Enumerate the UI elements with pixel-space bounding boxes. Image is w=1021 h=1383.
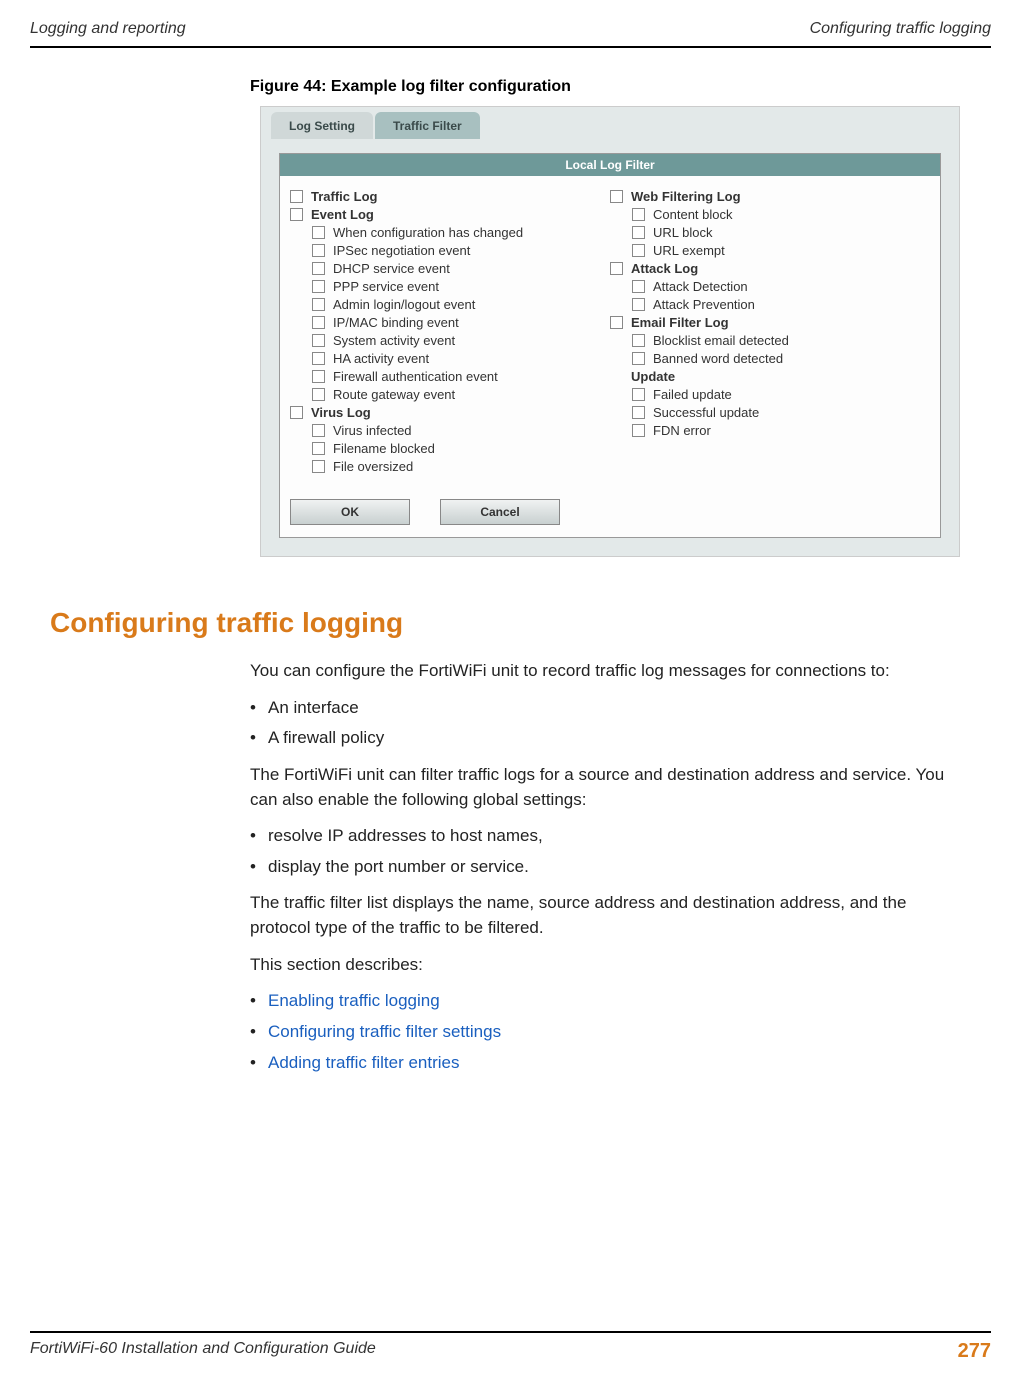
header-right: Configuring traffic logging [810,20,991,38]
footer-rule [30,1331,991,1333]
tab-log-setting[interactable]: Log Setting [271,112,373,139]
checkbox-icon[interactable] [312,370,325,383]
filter-panel-title: Local Log Filter [280,154,940,176]
event-log-group[interactable]: Event Log [290,207,610,222]
checkbox-icon[interactable] [312,298,325,311]
virus-item[interactable]: Virus infected [290,423,610,438]
list-item: A firewall policy [250,726,971,751]
virus-log-label: Virus Log [311,405,371,420]
checkbox-icon[interactable] [312,424,325,437]
checkbox-icon[interactable] [312,442,325,455]
checkbox-icon[interactable] [312,388,325,401]
checkbox-icon[interactable] [632,406,645,419]
web-filtering-log-label: Web Filtering Log [631,189,741,204]
checkbox-icon[interactable] [610,316,623,329]
event-item[interactable]: Admin login/logout event [290,297,610,312]
event-item[interactable]: IP/MAC binding event [290,315,610,330]
list-item: display the port number or service. [250,855,971,880]
checkbox-icon[interactable] [312,316,325,329]
checkbox-icon[interactable] [632,388,645,401]
event-item[interactable]: HA activity event [290,351,610,366]
checkbox-icon[interactable] [632,280,645,293]
traffic-log-label: Traffic Log [311,189,377,204]
traffic-log-group[interactable]: Traffic Log [290,189,610,204]
web-item[interactable]: Content block [610,207,930,222]
page-number: 277 [958,1340,991,1363]
paragraph: You can configure the FortiWiFi unit to … [250,659,971,684]
checkbox-icon[interactable] [610,190,623,203]
filter-body: Traffic Log Event Log When configuration… [280,176,940,491]
update-group: Update [610,369,930,384]
footer-left: FortiWiFi-60 Installation and Configurat… [30,1340,376,1363]
checkbox-icon[interactable] [290,406,303,419]
checkbox-icon[interactable] [610,262,623,275]
cancel-button[interactable]: Cancel [440,499,560,525]
virus-log-group[interactable]: Virus Log [290,405,610,420]
event-item[interactable]: DHCP service event [290,261,610,276]
checkbox-icon[interactable] [632,244,645,257]
tab-traffic-filter[interactable]: Traffic Filter [375,112,480,139]
event-log-label: Event Log [311,207,374,222]
filter-box: Local Log Filter Traffic Log Event Log W… [279,153,941,538]
web-item[interactable]: URL block [610,225,930,240]
checkbox-icon[interactable] [632,226,645,239]
paragraph: This section describes: [250,953,971,978]
header-rule [30,46,991,48]
checkbox-icon[interactable] [312,460,325,473]
update-item[interactable]: Successful update [610,405,930,420]
checkbox-icon[interactable] [312,244,325,257]
event-item[interactable]: IPSec negotiation event [290,243,610,258]
checkbox-icon[interactable] [312,262,325,275]
checkbox-icon[interactable] [632,298,645,311]
paragraph: The traffic filter list displays the nam… [250,891,971,940]
attack-log-group[interactable]: Attack Log [610,261,930,276]
checkbox-icon[interactable] [632,352,645,365]
update-item[interactable]: FDN error [610,423,930,438]
tabs-row: Log Setting Traffic Filter [261,107,959,139]
figure-caption: Figure 44: Example log filter configurat… [250,78,991,96]
update-label: Update [631,369,675,384]
email-filter-log-group[interactable]: Email Filter Log [610,315,930,330]
checkbox-icon[interactable] [312,334,325,347]
web-filtering-log-group[interactable]: Web Filtering Log [610,189,930,204]
list-item-link[interactable]: Configuring traffic filter settings [250,1020,971,1045]
attack-log-label: Attack Log [631,261,698,276]
filter-right-column: Web Filtering Log Content block URL bloc… [610,186,930,477]
checkbox-icon[interactable] [632,208,645,221]
header-left: Logging and reporting [30,20,186,38]
list-item-link[interactable]: Adding traffic filter entries [250,1051,971,1076]
event-item[interactable]: Firewall authentication event [290,369,610,384]
paragraph: The FortiWiFi unit can filter traffic lo… [250,763,971,812]
checkbox-icon[interactable] [632,424,645,437]
ok-button[interactable]: OK [290,499,410,525]
email-filter-log-label: Email Filter Log [631,315,729,330]
event-item[interactable]: When configuration has changed [290,225,610,240]
checkbox-icon[interactable] [312,280,325,293]
email-item[interactable]: Blocklist email detected [610,333,930,348]
checkbox-icon[interactable] [632,334,645,347]
checkbox-icon[interactable] [312,226,325,239]
list-item-link[interactable]: Enabling traffic logging [250,989,971,1014]
event-item[interactable]: Route gateway event [290,387,610,402]
update-item[interactable]: Failed update [610,387,930,402]
list-item: An interface [250,696,971,721]
event-item[interactable]: System activity event [290,333,610,348]
button-row: OK Cancel [280,491,940,537]
screenshot-container: Log Setting Traffic Filter Local Log Fil… [260,106,960,557]
filter-left-column: Traffic Log Event Log When configuration… [290,186,610,477]
checkbox-icon[interactable] [312,352,325,365]
attack-item[interactable]: Attack Detection [610,279,930,294]
virus-item[interactable]: File oversized [290,459,610,474]
body-text: You can configure the FortiWiFi unit to … [250,659,971,1075]
list-item: resolve IP addresses to host names, [250,824,971,849]
checkbox-icon[interactable] [290,208,303,221]
checkbox-icon[interactable] [290,190,303,203]
event-item[interactable]: PPP service event [290,279,610,294]
virus-item[interactable]: Filename blocked [290,441,610,456]
web-item[interactable]: URL exempt [610,243,930,258]
email-item[interactable]: Banned word detected [610,351,930,366]
attack-item[interactable]: Attack Prevention [610,297,930,312]
section-heading: Configuring traffic logging [50,607,991,639]
